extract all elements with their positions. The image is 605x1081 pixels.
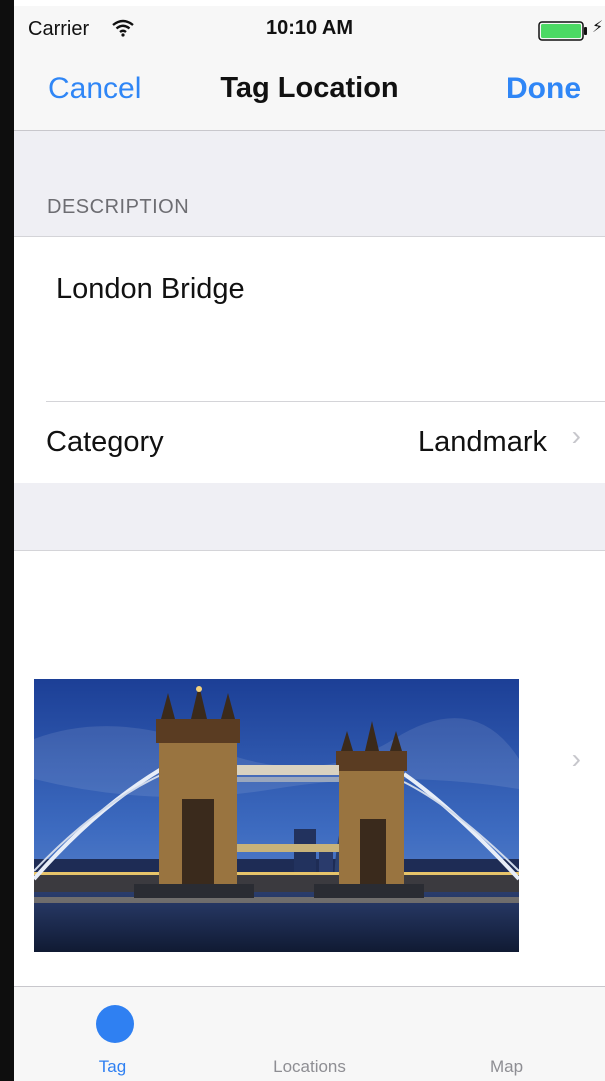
photo-row[interactable]: › — [14, 550, 605, 987]
details-section: London Bridge Category Landmark › — [14, 236, 605, 484]
navigation-bar: Cancel Tag Location Done — [14, 50, 605, 131]
tab-label-locations: Locations — [273, 1057, 346, 1076]
category-row[interactable]: Category Landmark › — [14, 402, 605, 483]
description-field[interactable]: London Bridge — [56, 273, 245, 306]
chevron-right-icon: › — [571, 743, 581, 774]
done-button[interactable]: Done — [506, 72, 581, 106]
tab-map[interactable]: Map — [408, 987, 605, 1081]
tag-circle-icon — [96, 1005, 134, 1043]
tab-locations[interactable]: Locations — [211, 987, 408, 1081]
category-value: Landmark — [418, 426, 547, 458]
description-section-header: DESCRIPTION — [47, 196, 190, 218]
status-time: 10:10 AM — [265, 17, 354, 39]
status-bar: Carrier 10:10 AM ⚡ — [14, 6, 605, 50]
tab-label-tag: Tag — [98, 1057, 127, 1076]
phone-screen: Carrier 10:10 AM ⚡ Cancel Tag Location D… — [14, 0, 605, 1081]
category-label: Category — [46, 426, 164, 458]
battery-icon — [538, 21, 590, 46]
tab-label-map: Map — [489, 1057, 524, 1076]
tab-tag[interactable]: Tag — [14, 987, 211, 1081]
section-spacer-middle — [14, 483, 605, 550]
chevron-right-icon: › — [571, 420, 581, 451]
charging-icon: ⚡ — [592, 19, 604, 36]
tab-bar: Tag Locations Map — [14, 986, 605, 1081]
device-frame-left — [0, 0, 14, 1081]
location-photo — [34, 679, 519, 952]
section-spacer-top — [14, 131, 605, 236]
